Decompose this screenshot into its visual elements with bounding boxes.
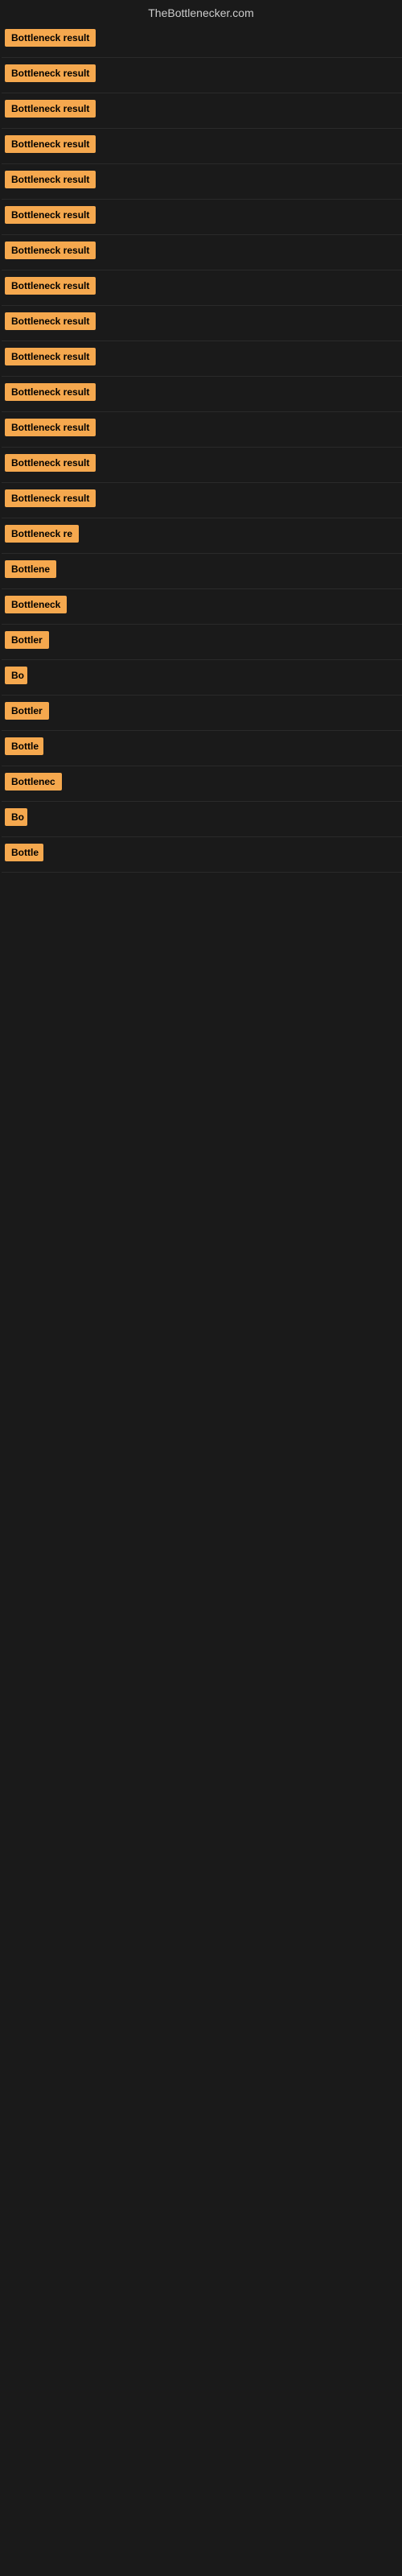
list-item: Bottleneck result <box>2 412 402 448</box>
list-item: Bottleneck result <box>2 23 402 58</box>
bottleneck-result-badge[interactable]: Bottleneck result <box>5 489 96 507</box>
list-item: Bottler <box>2 625 402 660</box>
bottleneck-result-badge[interactable]: Bottleneck result <box>5 419 96 436</box>
list-item: Bottle <box>2 731 402 766</box>
list-item: Bottleneck result <box>2 164 402 200</box>
bottleneck-result-badge[interactable]: Bo <box>5 808 27 826</box>
bottleneck-result-badge[interactable]: Bottleneck result <box>5 277 96 295</box>
list-item: Bo <box>2 802 402 837</box>
list-item: Bottleneck result <box>2 341 402 377</box>
list-item: Bottleneck <box>2 589 402 625</box>
bottleneck-result-badge[interactable]: Bottleneck result <box>5 100 96 118</box>
list-item: Bottleneck result <box>2 129 402 164</box>
bottleneck-result-badge[interactable]: Bottleneck result <box>5 383 96 401</box>
bottleneck-result-badge[interactable]: Bottleneck result <box>5 454 96 472</box>
bottleneck-result-badge[interactable]: Bottleneck result <box>5 206 96 224</box>
list-item: Bottle <box>2 837 402 873</box>
results-container: Bottleneck result Bottleneck result Bottle… <box>0 23 402 873</box>
bottleneck-result-badge[interactable]: Bottlenec <box>5 773 62 791</box>
site-title: TheBottlenecker.com <box>0 0 402 23</box>
bottleneck-result-badge[interactable]: Bottleneck result <box>5 312 96 330</box>
bottleneck-result-badge[interactable]: Bottler <box>5 702 49 720</box>
list-item: Bottleneck result <box>2 483 402 518</box>
list-item: Bottleneck result <box>2 58 402 93</box>
list-item: Bottlene <box>2 554 402 589</box>
list-item: Bottler <box>2 696 402 731</box>
list-item: Bottleneck result <box>2 306 402 341</box>
bottleneck-result-badge[interactable]: Bottleneck re <box>5 525 79 543</box>
list-item: Bottlenec <box>2 766 402 802</box>
list-item: Bo <box>2 660 402 696</box>
list-item: Bottleneck result <box>2 200 402 235</box>
bottleneck-result-badge[interactable]: Bo <box>5 667 27 684</box>
list-item: Bottleneck result <box>2 93 402 129</box>
list-item: Bottleneck result <box>2 377 402 412</box>
list-item: Bottleneck result <box>2 270 402 306</box>
list-item: Bottleneck result <box>2 448 402 483</box>
list-item: Bottleneck re <box>2 518 402 554</box>
bottleneck-result-badge[interactable]: Bottleneck result <box>5 64 96 82</box>
bottleneck-result-badge[interactable]: Bottleneck result <box>5 171 96 188</box>
bottleneck-result-badge[interactable]: Bottle <box>5 844 43 861</box>
bottleneck-result-badge[interactable]: Bottlene <box>5 560 56 578</box>
bottleneck-result-badge[interactable]: Bottleneck result <box>5 348 96 365</box>
bottleneck-result-badge[interactable]: Bottleneck result <box>5 135 96 153</box>
bottleneck-result-badge[interactable]: Bottler <box>5 631 49 649</box>
bottleneck-result-badge[interactable]: Bottleneck <box>5 596 67 613</box>
bottleneck-result-badge[interactable]: Bottle <box>5 737 43 755</box>
list-item: Bottleneck result <box>2 235 402 270</box>
bottleneck-result-badge[interactable]: Bottleneck result <box>5 29 96 47</box>
bottleneck-result-badge[interactable]: Bottleneck result <box>5 242 96 259</box>
